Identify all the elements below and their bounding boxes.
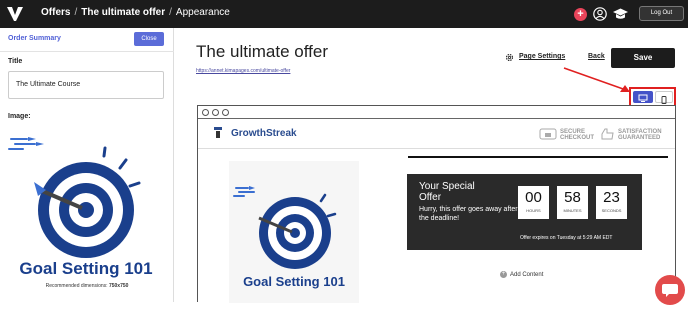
brand-logo-icon	[214, 127, 222, 138]
recommended-value: 750x750	[108, 283, 129, 289]
product-image-text: Goal Setting 101	[19, 259, 152, 278]
breadcrumb-appearance: Appearance	[175, 7, 230, 18]
order-summary-sidebar: Order Summary Close Title The Ultimate C…	[0, 28, 174, 302]
logo-icon[interactable]	[6, 6, 24, 22]
graduation-cap-icon[interactable]	[612, 7, 629, 21]
back-link[interactable]: Back	[588, 53, 605, 60]
chat-widget-icon[interactable]	[655, 275, 685, 305]
breadcrumb-separator: /	[74, 7, 78, 18]
plus-icon[interactable]: +	[574, 8, 587, 21]
close-button[interactable]: Close	[134, 32, 164, 46]
page-settings-link[interactable]: Page Settings	[519, 53, 565, 60]
logout-button[interactable]: Log Out	[639, 6, 684, 21]
countdown-seconds: 23 SECONDS	[596, 186, 627, 219]
breadcrumb-separator: /	[169, 7, 172, 18]
countdown-label: SECONDS	[601, 208, 622, 213]
breadcrumb-offers[interactable]: Offers	[41, 7, 70, 18]
countdown-value: 23	[603, 189, 620, 206]
window-dot-icon	[222, 109, 229, 116]
offer-expiry-text: Offer expires on Tuesday at 5:29 AM EDT	[520, 235, 613, 241]
window-dot-icon	[202, 109, 209, 116]
offer-subtitle: Hurry, this offer goes away after the de…	[419, 206, 518, 222]
badge-line: GUARANTEED	[618, 135, 661, 141]
save-button[interactable]: Save	[611, 48, 675, 68]
title-input[interactable]: The Ultimate Course	[8, 71, 164, 99]
recommended-label: Recommended dimensions:	[45, 283, 108, 289]
chat-bubble-icon	[662, 284, 678, 297]
mobile-view-button[interactable]	[655, 91, 673, 104]
recommended-dimensions: Recommended dimensions: 750x750	[0, 283, 174, 289]
product-card: Goal Setting 101	[229, 161, 359, 303]
breadcrumb-offer[interactable]: The ultimate offer	[81, 7, 165, 18]
countdown-offer-box[interactable]: Your Special Offer Hurry, this offer goe…	[407, 174, 642, 250]
title-label: Title	[8, 58, 23, 65]
view-toggle	[629, 87, 676, 107]
divider	[408, 156, 668, 158]
offer-url-link[interactable]: https://annet.kimapages.com/ultimate-off…	[196, 68, 290, 74]
add-content-button[interactable]: + Add Content	[500, 271, 543, 278]
page-title: The ultimate offer	[196, 42, 328, 61]
preview-frame: GrowthStreak SECURE CHECKOUT SATISFACTIO…	[197, 105, 676, 303]
annotation-arrow	[563, 67, 630, 92]
checkout-header: GrowthStreak SECURE CHECKOUT SATISFACTIO…	[198, 119, 675, 149]
sidebar-title: Order Summary	[8, 35, 61, 42]
product-preview-text: Goal Setting 101	[243, 274, 345, 289]
page-settings-label: Page Settings	[519, 53, 566, 60]
image-label: Image:	[8, 113, 31, 120]
user-icon[interactable]	[593, 7, 607, 21]
desktop-view-button[interactable]	[633, 91, 653, 103]
secure-checkout-badge: SECURE CHECKOUT	[560, 129, 594, 141]
product-preview-image: Goal Setting 101	[233, 186, 345, 289]
gear-icon[interactable]	[505, 53, 514, 62]
product-image[interactable]: Goal Setting 101	[8, 128, 164, 280]
countdown-minutes: 58 MINUTES	[557, 186, 588, 219]
countdown-label: HOURS	[526, 208, 541, 213]
countdown-value: 00	[525, 189, 542, 206]
window-dot-icon	[212, 109, 219, 116]
top-bar: Offers / The ultimate offer / Appearance + L…	[0, 0, 688, 28]
countdown-value: 58	[564, 189, 581, 206]
countdown-label: MINUTES	[563, 208, 582, 213]
badge-line: CHECKOUT	[560, 135, 594, 141]
countdown-hours: 00 HOURS	[518, 186, 549, 219]
satisfaction-guaranteed-badge: SATISFACTION GUARANTEED	[618, 129, 662, 141]
breadcrumb: Offers / The ultimate offer / Appearance	[41, 7, 230, 18]
mobile-icon	[661, 96, 667, 104]
sidebar-header: Order Summary Close	[0, 28, 174, 52]
thumbs-up-icon	[601, 128, 614, 140]
browser-bar	[198, 106, 675, 119]
add-content-label: Add Content	[510, 272, 544, 279]
brand-name: GrowthStreak	[231, 128, 297, 139]
lock-icon	[539, 128, 557, 140]
speed-lines-decoration	[8, 137, 44, 150]
offer-title-line: Offer	[419, 192, 442, 203]
offer-title: Your Special Offer	[419, 181, 475, 203]
desktop-icon	[638, 94, 648, 102]
offer-title-line: Your Special	[419, 181, 475, 192]
plus-circle-icon: +	[500, 271, 507, 278]
